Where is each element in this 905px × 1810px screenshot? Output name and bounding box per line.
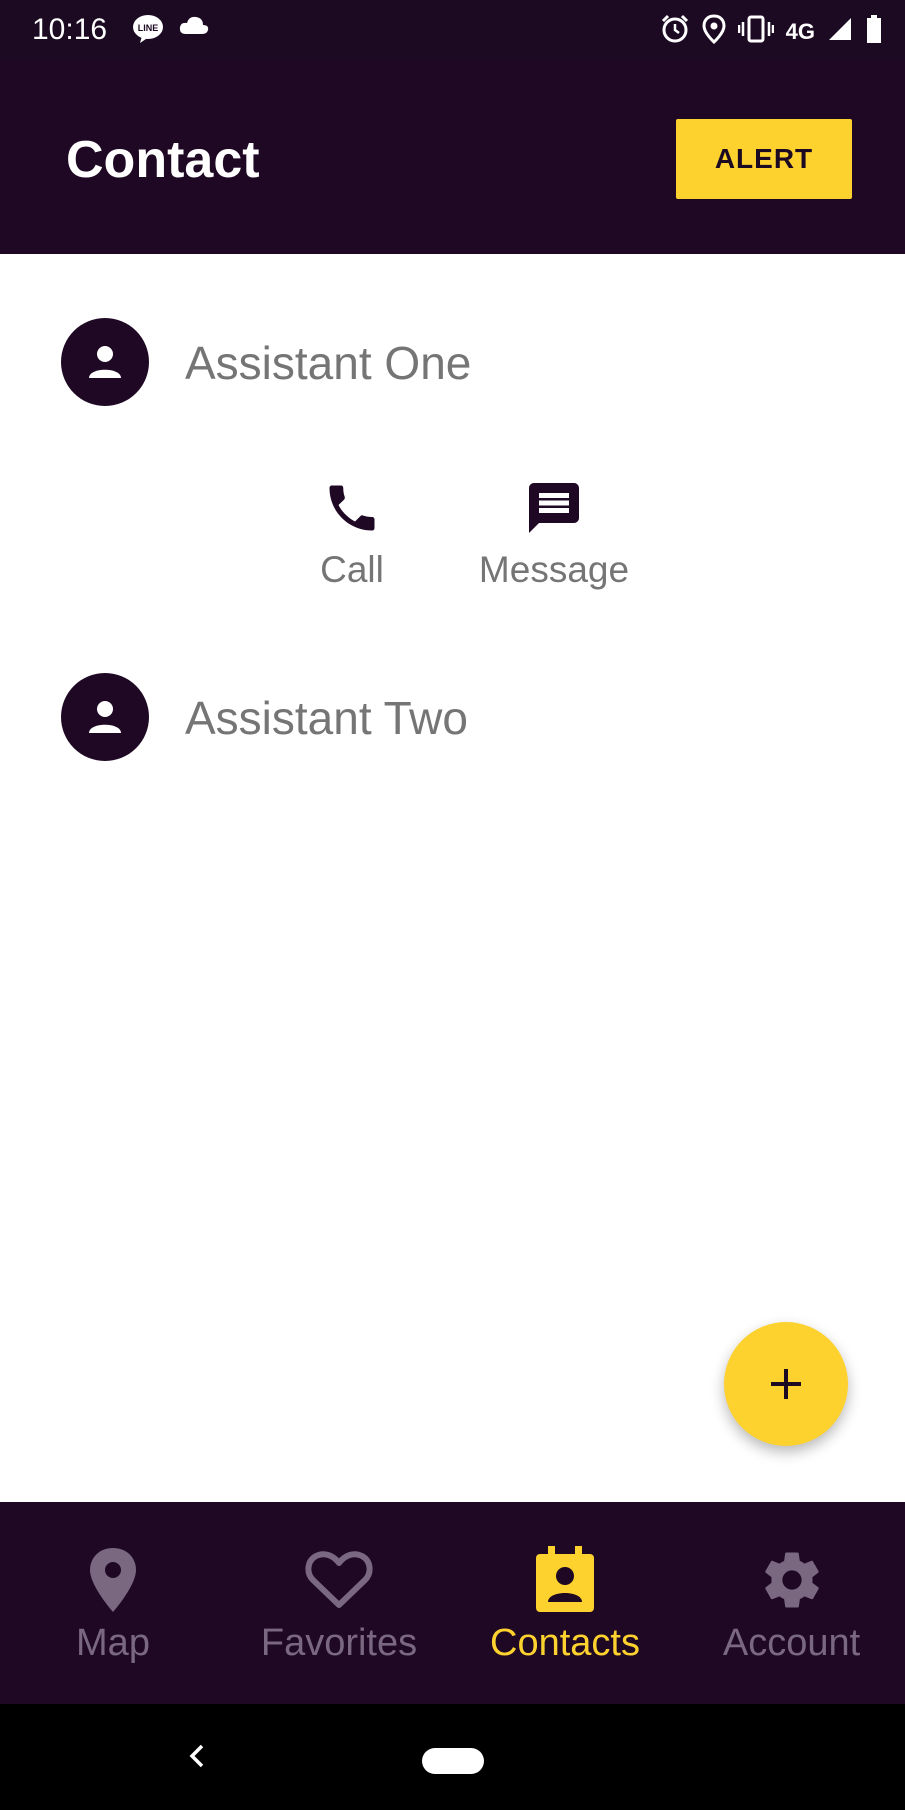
avatar: [61, 673, 149, 761]
app-bar: Contact ALERT: [0, 62, 905, 254]
alarm-icon: [660, 14, 690, 49]
vibrate-icon: [737, 14, 774, 49]
location-icon: [702, 14, 726, 49]
nav-label-account: Account: [722, 1622, 861, 1664]
cloud-icon: [178, 14, 210, 49]
call-label: Call: [320, 549, 384, 590]
phone-icon: [300, 478, 404, 543]
message-button[interactable]: Message: [464, 478, 644, 591]
page-title: Contact: [66, 131, 260, 189]
status-bar: 10:16 LINE 4G: [0, 0, 905, 62]
home-button[interactable]: [422, 1748, 484, 1774]
status-left-icons: LINE: [132, 14, 210, 49]
contact-name: Assistant One: [185, 337, 472, 389]
nav-item-account[interactable]: Account: [678, 1502, 905, 1704]
plus-icon: [771, 1369, 801, 1399]
gear-icon: [759, 1544, 825, 1616]
call-button[interactable]: Call: [300, 478, 404, 591]
system-nav-bar: [0, 1704, 905, 1810]
status-right-icons: 4G: [660, 14, 883, 49]
avatar: [61, 318, 149, 406]
map-pin-icon: [87, 1544, 139, 1616]
message-icon: [464, 478, 644, 543]
signal-icon: [827, 16, 853, 47]
nav-item-favorites[interactable]: Favorites: [226, 1502, 452, 1704]
bottom-nav: Map Favorites Contacts Account: [0, 1502, 905, 1704]
message-label: Message: [478, 549, 630, 590]
nav-label-favorites: Favorites: [260, 1622, 418, 1664]
contact-name: Assistant Two: [185, 692, 468, 744]
add-contact-button[interactable]: [724, 1322, 848, 1446]
network-type: 4G: [785, 18, 815, 44]
person-icon: [89, 346, 121, 378]
person-icon: [89, 701, 121, 733]
contact-row-assistant-two[interactable]: Assistant Two: [0, 667, 905, 767]
nav-label-contacts: Contacts: [490, 1622, 640, 1664]
status-time: 10:16: [32, 13, 108, 46]
contacts-icon: [534, 1544, 596, 1616]
heart-icon: [305, 1544, 373, 1616]
line-app-icon: LINE: [132, 14, 164, 49]
alert-button[interactable]: ALERT: [676, 119, 852, 199]
back-icon[interactable]: [184, 1740, 208, 1777]
nav-item-contacts[interactable]: Contacts: [452, 1502, 678, 1704]
contact-row-assistant-one[interactable]: Assistant One: [0, 312, 905, 412]
nav-label-map: Map: [76, 1622, 150, 1664]
battery-icon: [865, 14, 883, 49]
nav-item-map[interactable]: Map: [0, 1502, 226, 1704]
svg-text:LINE: LINE: [138, 23, 159, 33]
